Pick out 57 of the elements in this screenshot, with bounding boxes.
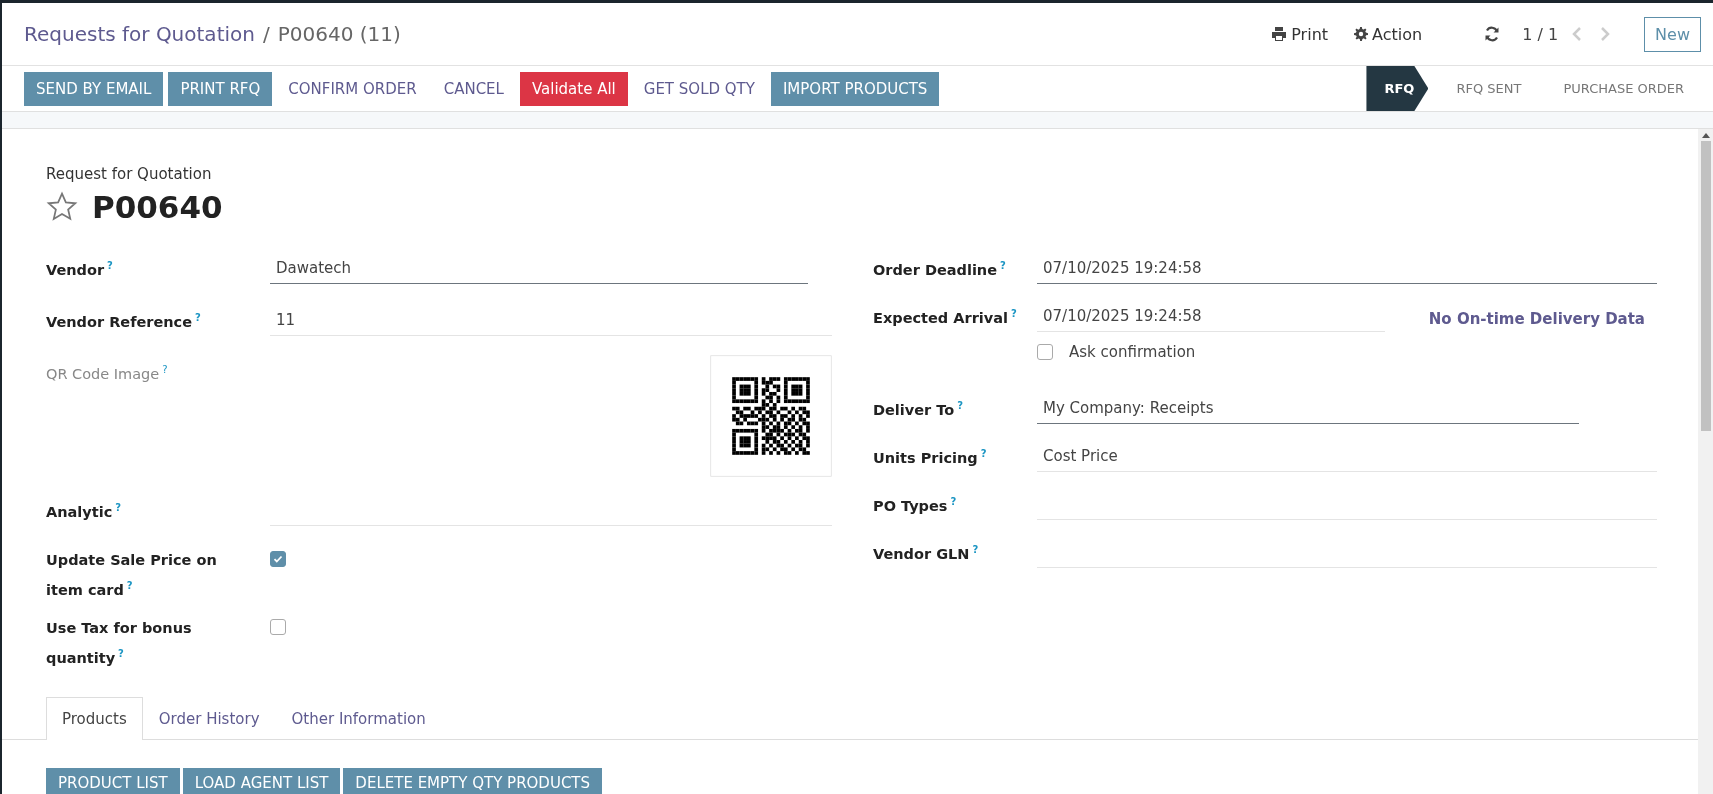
readonly-field: 11 (270, 303, 832, 336)
previous-icon[interactable] (1572, 26, 1583, 42)
field-label: Vendor $^{?}$ (46, 259, 114, 280)
breadcrumb-current: P00640 (11) (277, 22, 401, 46)
delivery-data-link[interactable]: No On-time Delivery Data (1428, 310, 1645, 332)
field-label: QR Code Image $^{?}$ (46, 363, 169, 384)
record-name: P00640 (92, 189, 223, 225)
checkbox[interactable] (270, 619, 286, 635)
breadcrumb-link[interactable]: Requests for Quotation (24, 22, 255, 46)
form-tab[interactable]: Order History (142, 697, 276, 740)
form-tab[interactable]: Products (46, 697, 143, 740)
check-icon (272, 553, 284, 565)
field-label: PO Types $^{?}$ (873, 495, 958, 516)
action-button[interactable]: SEND BY EMAIL (24, 71, 164, 106)
action-button[interactable]: IMPORT PRODUCTS (770, 71, 940, 106)
refresh-icon[interactable] (1484, 26, 1501, 42)
next-icon[interactable] (1600, 26, 1611, 42)
product-action-button[interactable]: LOAD AGENT LIST (182, 768, 341, 794)
checkbox[interactable] (270, 551, 286, 567)
field-label: Analytic $^{?}$ (46, 501, 123, 522)
action-button[interactable]: Action (1350, 20, 1427, 48)
scroll-up-icon[interactable] (1700, 131, 1711, 139)
input-field[interactable]: Dawatech (270, 251, 808, 284)
checkbox[interactable] (1037, 344, 1053, 360)
gear-icon (1354, 27, 1369, 41)
action-button[interactable]: Validate All (519, 71, 628, 106)
scrollbar[interactable] (1698, 129, 1713, 794)
action-button[interactable]: CONFIRM ORDER (277, 71, 428, 106)
print-button[interactable]: Print (1267, 20, 1333, 48)
breadcrumb-separator: / (262, 22, 270, 46)
field-label: Update Sale Price on item card $^{?}$ (46, 551, 218, 600)
product-action-button[interactable]: PRODUCT LIST (46, 768, 180, 794)
form-subtitle: Request for Quotation (46, 165, 213, 183)
pager-value: 1 / 1 (1522, 24, 1559, 44)
form-tab[interactable]: Other Information (275, 697, 442, 740)
action-button[interactable]: PRINT RFQ (168, 71, 273, 106)
field-label: Use Tax for bonus quantity $^{?}$ (46, 619, 193, 668)
field-label: Deliver To $^{?}$ (873, 399, 965, 420)
readonly-field: Cost Price (1037, 439, 1657, 472)
status-stage[interactable]: RFQ SENT (1428, 66, 1536, 111)
product-action-button[interactable]: DELETE EMPTY QTY PRODUCTS (343, 768, 603, 794)
star-icon[interactable] (46, 191, 78, 223)
action-button[interactable]: GET SOLD QTY (632, 71, 766, 106)
field-label: Expected Arrival $^{?}$ (873, 307, 1018, 328)
status-stage[interactable]: RFQ (1366, 66, 1429, 111)
printer-icon (1271, 27, 1288, 41)
input-field[interactable]: My Company: Receipts (1037, 391, 1579, 424)
new-button[interactable]: New (1644, 16, 1701, 52)
checkbox-label: Ask confirmation (1069, 343, 1196, 361)
field-label: Vendor Reference $^{?}$ (46, 311, 202, 332)
action-button[interactable]: CANCEL (432, 71, 515, 106)
field-label: Units Pricing $^{?}$ (873, 447, 988, 468)
status-stage[interactable]: PURCHASE ORDER (1535, 66, 1698, 111)
input-field[interactable]: 07/10/2025 19:24:58 (1037, 251, 1657, 284)
field-label: Order Deadline $^{?}$ (873, 259, 1007, 280)
readonly-field: 07/10/2025 19:24:58 (1037, 299, 1385, 332)
field-label: Vendor GLN $^{?}$ (873, 543, 980, 564)
